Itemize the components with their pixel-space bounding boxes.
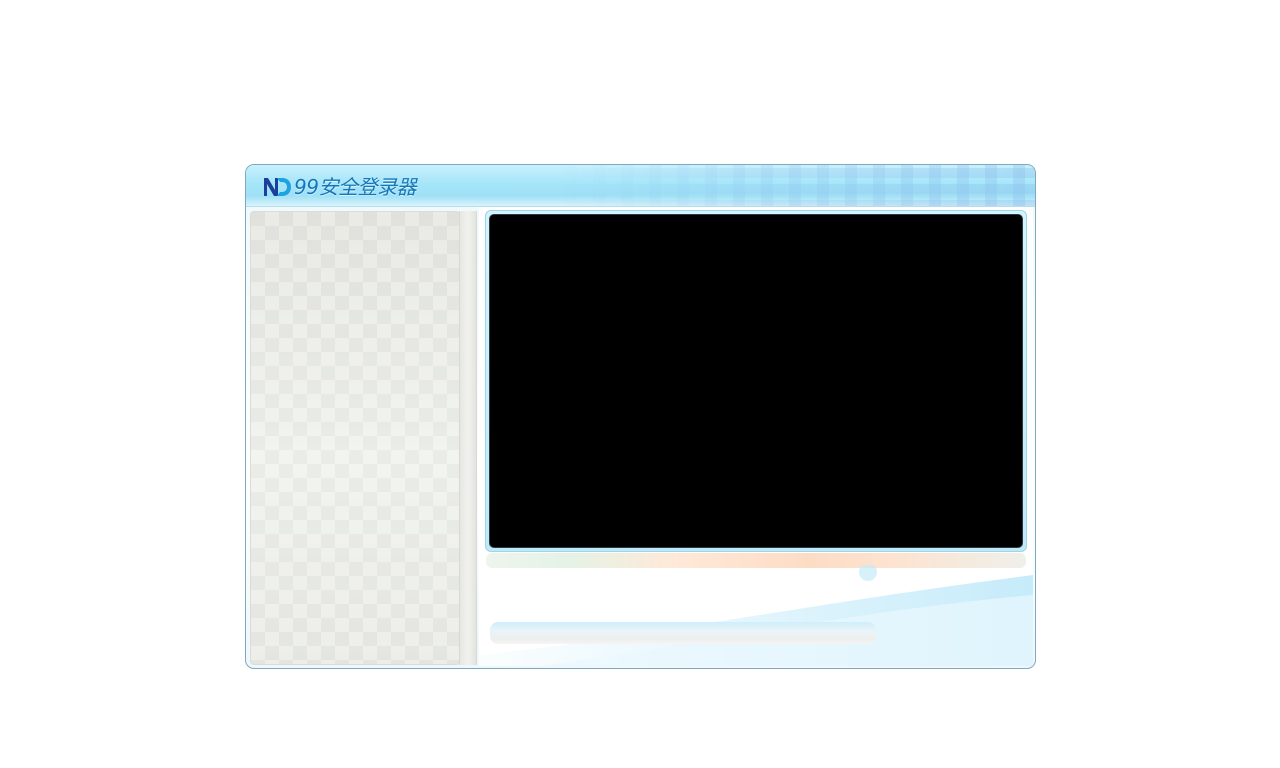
launcher-window: 99安全登录器 bbox=[245, 164, 1036, 669]
video-player[interactable] bbox=[489, 214, 1023, 548]
titlebar-tile-decoration bbox=[555, 165, 1035, 206]
title-bar[interactable]: 99安全登录器 bbox=[246, 165, 1035, 207]
left-side-panel bbox=[250, 211, 460, 665]
status-bar bbox=[490, 622, 876, 644]
left-panel-scrollbar[interactable] bbox=[459, 211, 477, 665]
nd-logo-icon bbox=[264, 178, 291, 196]
decorative-wave bbox=[479, 565, 1033, 666]
app-title: 99安全登录器 bbox=[294, 175, 416, 199]
